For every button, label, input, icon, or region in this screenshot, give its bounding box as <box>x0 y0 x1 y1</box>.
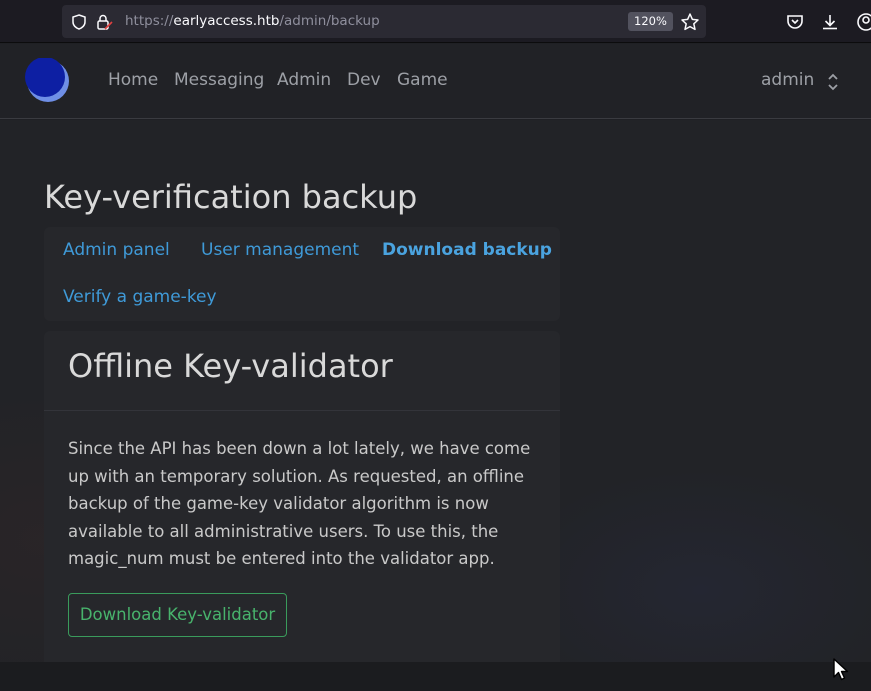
nav-dev-link[interactable]: Dev <box>347 70 381 90</box>
account-icon[interactable] <box>856 12 871 32</box>
nav-home-link[interactable]: Home <box>108 70 158 90</box>
tab-user-management[interactable]: User management <box>201 240 359 260</box>
bookmark-star-icon[interactable] <box>680 12 700 32</box>
card-title: Offline Key-validator <box>68 347 393 385</box>
key-validator-card: Offline Key-validator Since the API has … <box>44 331 560 662</box>
nav-messaging-link[interactable]: Messaging <box>174 70 264 90</box>
zoom-level-badge[interactable]: 120% <box>628 12 673 31</box>
download-icon[interactable] <box>820 12 840 32</box>
site-logo[interactable] <box>25 58 71 104</box>
admin-tabs: Admin panel User management Download bac… <box>44 227 560 321</box>
url-path: /admin/backup <box>279 13 380 29</box>
site-navbar: Home Messaging Admin Dev Game admin <box>0 44 871 119</box>
url-host: earlyaccess.htb <box>173 13 280 29</box>
card-header: Offline Key-validator <box>44 331 560 411</box>
tab-verify-game-key[interactable]: Verify a game-key <box>63 287 217 307</box>
mouse-cursor-icon <box>833 658 849 681</box>
nav-game-link[interactable]: Game <box>397 70 448 90</box>
browser-toolbar: https://earlyaccess.htb/admin/backup 120… <box>0 0 871 43</box>
url-bar[interactable]: https://earlyaccess.htb/admin/backup 120… <box>62 5 706 38</box>
bottom-strip <box>0 662 871 691</box>
url-text[interactable]: https://earlyaccess.htb/admin/backup <box>125 13 380 29</box>
tab-download-backup[interactable]: Download backup <box>382 240 552 260</box>
nav-admin-link[interactable]: Admin <box>277 70 331 90</box>
download-key-validator-button[interactable]: Download Key-validator <box>68 593 287 637</box>
url-prefix: https:// <box>125 13 174 29</box>
pocket-icon[interactable] <box>785 12 805 32</box>
lock-icon[interactable] <box>95 13 113 31</box>
chevron-updown-icon[interactable] <box>826 71 840 93</box>
card-description: Since the API has been down a lot lately… <box>68 439 531 569</box>
shield-icon[interactable] <box>70 13 88 31</box>
tab-admin-panel[interactable]: Admin panel <box>63 240 170 260</box>
page-title: Key-verification backup <box>44 178 418 216</box>
user-menu[interactable]: admin <box>761 70 814 90</box>
